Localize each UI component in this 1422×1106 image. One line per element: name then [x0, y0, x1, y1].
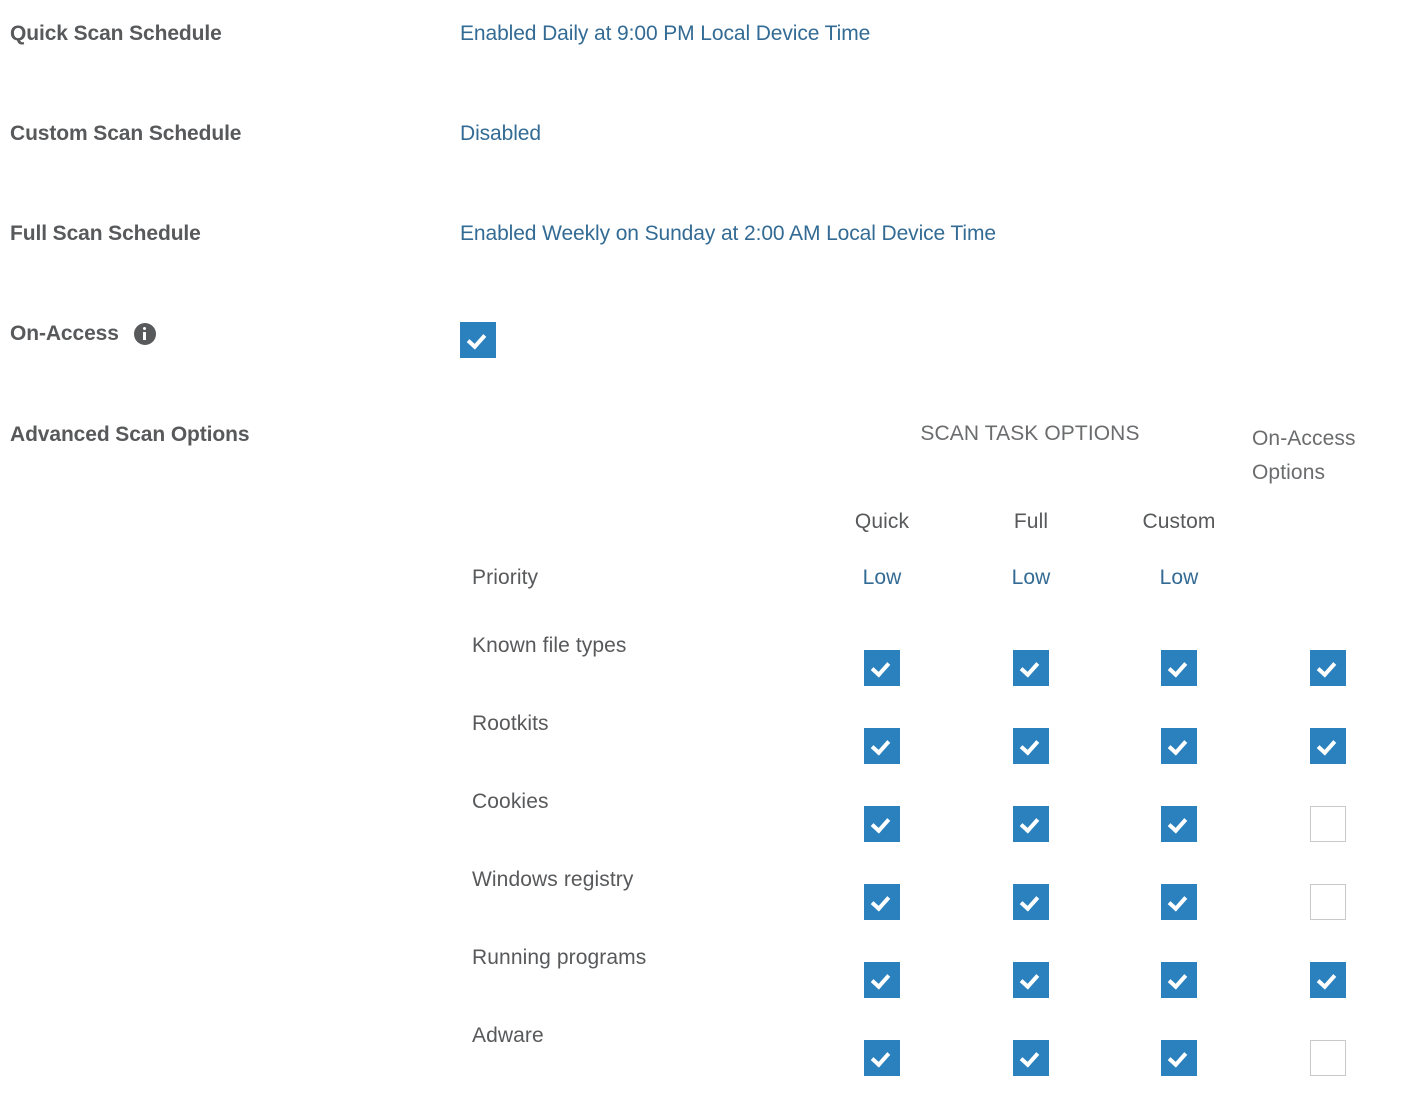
setting-row-on-access: On-Access — [0, 322, 1422, 358]
checkbox-on-access[interactable] — [1310, 1040, 1346, 1076]
checkbox-custom[interactable] — [1161, 650, 1197, 686]
checkbox-quick[interactable] — [864, 962, 900, 998]
checkbox-cell-quick — [807, 884, 957, 920]
info-icon[interactable] — [133, 323, 156, 345]
custom-scan-schedule-value[interactable]: Disabled — [460, 122, 541, 146]
checkbox-quick[interactable] — [864, 728, 900, 764]
checkbox-cell-full — [956, 1040, 1106, 1076]
checkbox-cell-full — [956, 884, 1106, 920]
checkbox-custom[interactable] — [1161, 728, 1197, 764]
checkbox-cell-quick — [807, 806, 957, 842]
checkbox-on-access[interactable] — [1310, 962, 1346, 998]
priority-value-quick[interactable]: Low — [863, 566, 902, 589]
table-row: Rootkits — [0, 712, 1422, 794]
group-header-scan-task-options: SCAN TASK OPTIONS — [920, 422, 1140, 445]
checkbox-full[interactable] — [1013, 1040, 1049, 1076]
quick-scan-schedule-label: Quick Scan Schedule — [10, 22, 222, 45]
checkbox-cell-on-access — [1253, 1040, 1403, 1076]
setting-row-full-scan-schedule: Full Scan Schedule Enabled Weekly on Sun… — [0, 222, 1422, 246]
checkbox-cell-custom — [1104, 962, 1254, 998]
full-scan-schedule-label: Full Scan Schedule — [10, 222, 201, 245]
checkbox-quick[interactable] — [864, 806, 900, 842]
checkbox-full[interactable] — [1013, 806, 1049, 842]
checkbox-custom[interactable] — [1161, 1040, 1197, 1076]
option-row-label: Windows registry — [472, 868, 634, 891]
column-header-custom: Custom — [1142, 510, 1216, 533]
checkbox-cell-on-access — [1253, 650, 1403, 686]
priority-cell-quick: Low — [807, 566, 957, 590]
priority-label: Priority — [472, 566, 539, 589]
on-access-checkbox[interactable] — [460, 322, 496, 358]
priority-cell-custom: Low — [1104, 566, 1254, 590]
option-row-label: Rootkits — [472, 712, 549, 735]
checkbox-cell-on-access — [1253, 884, 1403, 920]
priority-value-custom[interactable]: Low — [1160, 566, 1199, 589]
checkbox-full[interactable] — [1013, 728, 1049, 764]
checkbox-cell-custom — [1104, 728, 1254, 764]
checkbox-cell-quick — [807, 1040, 957, 1076]
on-access-label: On-Access — [10, 322, 119, 345]
checkbox-cell-on-access — [1253, 962, 1403, 998]
checkbox-full[interactable] — [1013, 884, 1049, 920]
checkbox-cell-custom — [1104, 650, 1254, 686]
table-row: Windows registry — [0, 868, 1422, 950]
table-row-priority: Priority Low Low Low — [0, 566, 1422, 644]
checkbox-cell-full — [956, 728, 1106, 764]
checkbox-cell-on-access — [1253, 806, 1403, 842]
checkbox-cell-quick — [807, 728, 957, 764]
table-row: Known file types — [0, 634, 1422, 716]
checkbox-quick[interactable] — [864, 650, 900, 686]
table-row: Cookies — [0, 790, 1422, 872]
checkbox-cell-custom — [1104, 884, 1254, 920]
option-row-label: Adware — [472, 1024, 544, 1047]
advanced-scan-options-title: Advanced Scan Options — [10, 423, 250, 446]
checkbox-quick[interactable] — [864, 884, 900, 920]
quick-scan-schedule-value[interactable]: Enabled Daily at 9:00 PM Local Device Ti… — [460, 22, 870, 46]
checkbox-cell-full — [956, 650, 1106, 686]
checkbox-cell-custom — [1104, 1040, 1254, 1076]
on-access-label-group: On-Access — [0, 322, 460, 346]
checkbox-cell-quick — [807, 650, 957, 686]
checkbox-quick[interactable] — [864, 1040, 900, 1076]
checkbox-custom[interactable] — [1161, 884, 1197, 920]
option-row-label: Running programs — [472, 946, 647, 969]
full-scan-schedule-value[interactable]: Enabled Weekly on Sunday at 2:00 AM Loca… — [460, 222, 996, 246]
checkbox-on-access[interactable] — [1310, 806, 1346, 842]
group-header-on-access-options: On-Access Options — [1252, 427, 1356, 484]
checkbox-cell-full — [956, 962, 1106, 998]
option-row-label: Known file types — [472, 634, 627, 657]
scan-settings-page: Quick Scan Schedule Enabled Daily at 9:0… — [0, 0, 1422, 1080]
option-row-label: Cookies — [472, 790, 549, 813]
setting-row-quick-scan-schedule: Quick Scan Schedule Enabled Daily at 9:0… — [0, 22, 1422, 46]
checkbox-on-access[interactable] — [1310, 884, 1346, 920]
checkbox-custom[interactable] — [1161, 962, 1197, 998]
checkbox-full[interactable] — [1013, 962, 1049, 998]
priority-cell-full: Low — [956, 566, 1106, 590]
checkbox-full[interactable] — [1013, 650, 1049, 686]
custom-scan-schedule-label: Custom Scan Schedule — [10, 122, 242, 145]
column-header-quick: Quick — [854, 510, 910, 533]
checkbox-cell-quick — [807, 962, 957, 998]
checkbox-on-access[interactable] — [1310, 650, 1346, 686]
checkbox-cell-custom — [1104, 806, 1254, 842]
table-row: Adware — [0, 1024, 1422, 1106]
checkbox-on-access[interactable] — [1310, 728, 1346, 764]
column-header-full: Full — [1013, 510, 1049, 533]
setting-row-custom-scan-schedule: Custom Scan Schedule Disabled — [0, 122, 1422, 146]
checkbox-custom[interactable] — [1161, 806, 1197, 842]
checkbox-cell-full — [956, 806, 1106, 842]
checkbox-cell-on-access — [1253, 728, 1403, 764]
table-row: Running programs — [0, 946, 1422, 1028]
on-access-checkbox-cell — [460, 322, 496, 358]
priority-value-full[interactable]: Low — [1012, 566, 1051, 589]
